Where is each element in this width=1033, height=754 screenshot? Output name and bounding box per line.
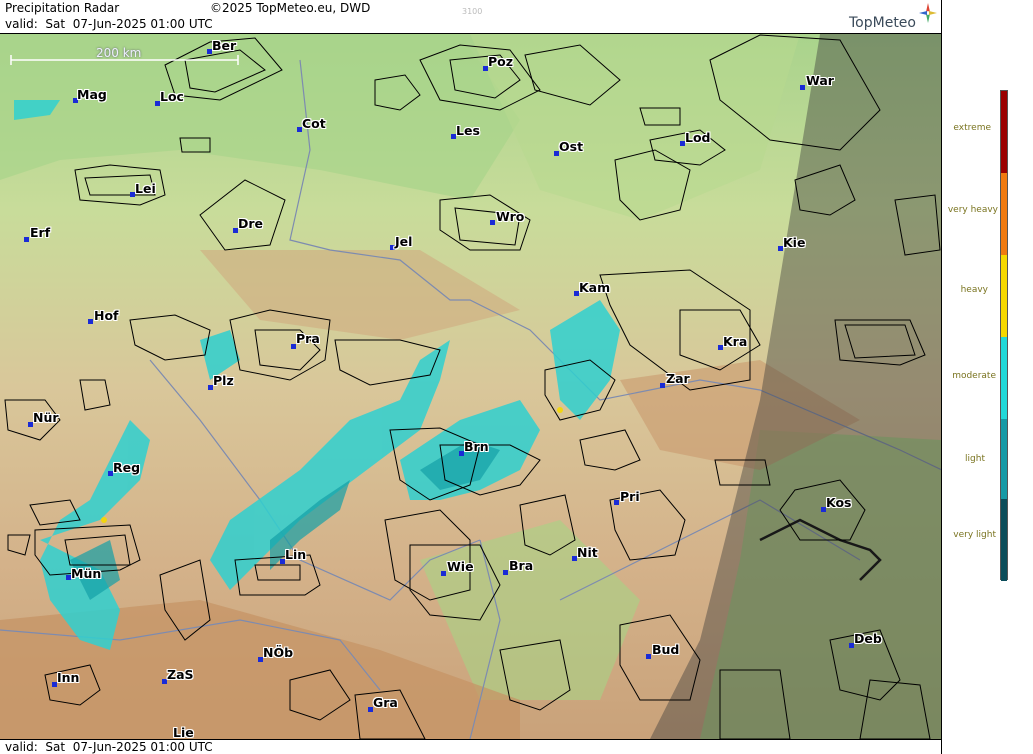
city-label: ZaS xyxy=(167,667,194,682)
legend-label-heavy: heavy xyxy=(960,285,988,295)
legend-swatch-very-heavy xyxy=(1001,173,1007,255)
city-label: Nür xyxy=(33,410,59,425)
city-dot xyxy=(646,654,651,659)
scale-label: 200 km xyxy=(96,46,142,60)
city-label: Kos xyxy=(826,495,852,510)
city-label: Deb xyxy=(854,631,882,646)
footer-valid-time: valid: Sat 07-Jun-2025 01:00 UTC xyxy=(5,740,213,754)
city-label: Inn xyxy=(57,670,80,685)
city-label: Ber xyxy=(212,38,237,53)
legend-swatch-very-light xyxy=(1001,499,1007,581)
city-label: Mün xyxy=(71,566,102,581)
city-label: Zar xyxy=(666,371,690,386)
copyright-text: ©2025 TopMeteo.eu, DWD xyxy=(210,1,371,15)
legend-swatch-moderate xyxy=(1001,337,1007,419)
legend-swatch-light xyxy=(1001,419,1007,499)
city-dot xyxy=(441,571,446,576)
brand-logo: TopMeteo xyxy=(849,15,916,31)
city-label: Lin xyxy=(285,547,307,562)
city-dot xyxy=(24,237,29,242)
city-label: Plz xyxy=(213,373,234,388)
city-label: Kie xyxy=(783,235,806,250)
legend-label-light: light xyxy=(965,454,985,464)
city-dot xyxy=(503,570,508,575)
city-dot xyxy=(614,500,619,505)
city-dot xyxy=(660,383,665,388)
page-title: Precipitation Radar xyxy=(5,1,120,15)
city-label: Dre xyxy=(238,216,264,231)
map-code: 3100 xyxy=(462,7,483,16)
city-label: Brn xyxy=(464,439,489,454)
city-label: Kra xyxy=(723,334,748,349)
city-label: Pri xyxy=(620,489,640,504)
city-label: Poz xyxy=(488,54,514,69)
city-label: Bra xyxy=(509,558,534,573)
city-label: Mag xyxy=(77,87,107,102)
city-label: Lei xyxy=(135,181,156,196)
city-label: Wie xyxy=(447,559,474,574)
city-label: Lie xyxy=(173,725,194,740)
footer-bar: valid: Sat 07-Jun-2025 01:00 UTC xyxy=(0,739,941,754)
city-label: NÖb xyxy=(263,645,294,660)
radar-map: Precipitation Radar ©2025 TopMeteo.eu, D… xyxy=(0,0,942,754)
legend-label-moderate: moderate xyxy=(952,371,996,381)
city-label: Hof xyxy=(94,308,119,323)
city-label: Cot xyxy=(302,116,326,131)
city-label: Bud xyxy=(652,642,680,657)
city-label: Wro xyxy=(496,209,525,224)
compass-icon xyxy=(919,3,937,23)
city-label: Ost xyxy=(559,139,584,154)
terrain-map xyxy=(0,34,941,739)
city-label: Les xyxy=(456,123,480,138)
legend-label-extreme: extreme xyxy=(953,123,991,133)
city-label: Lod xyxy=(685,130,711,145)
city-label: Kam xyxy=(579,280,611,295)
legend-swatch-heavy xyxy=(1001,255,1007,337)
city-label: Reg xyxy=(113,460,141,475)
legend-label-very-light: very light xyxy=(953,530,996,540)
city-dot xyxy=(490,220,495,225)
legend-label-very-heavy: very heavy xyxy=(947,205,998,215)
header-bar: Precipitation Radar ©2025 TopMeteo.eu, D… xyxy=(0,0,941,34)
legend-swatch-extreme xyxy=(1001,91,1007,173)
city-label: Loc xyxy=(160,89,184,104)
city-label: Pra xyxy=(296,331,320,346)
city-label: Jel xyxy=(395,234,413,249)
city-label: Nit xyxy=(577,545,598,560)
city-label: Erf xyxy=(30,225,51,240)
city-dot xyxy=(88,319,93,324)
legend-color-bar xyxy=(1000,90,1008,581)
city-label: Gra xyxy=(373,695,398,710)
city-label: War xyxy=(806,73,834,88)
city-dot xyxy=(800,85,805,90)
valid-time: valid: Sat 07-Jun-2025 01:00 UTC xyxy=(5,17,213,31)
